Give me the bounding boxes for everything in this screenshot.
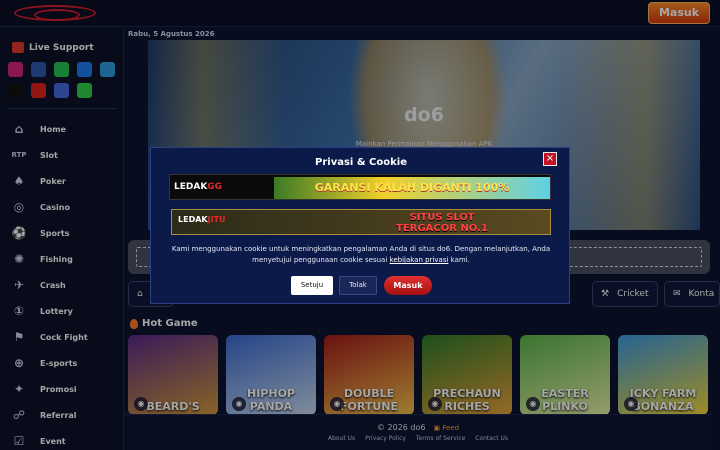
ad-banner-ledakgg[interactable]: LEDAKGG GARANSI KALAH DIGANTI 100% (169, 174, 551, 200)
notice-text-end: kami. (448, 256, 470, 264)
close-icon[interactable]: × (543, 152, 557, 166)
ad-brand-accent: JITU (207, 215, 226, 224)
privacy-cookie-modal: Privasi & Cookie × LEDAKGG GARANSI KALAH… (150, 147, 570, 304)
notice-text: Kami menggunakan cookie untuk meningkatk… (171, 245, 551, 264)
ad-message-line: SITUS SLOT (409, 212, 475, 223)
modal-title: Privasi & Cookie (315, 157, 407, 168)
ad-banner-ledakjitu[interactable]: LEDAKJITU SITUS SLOT TERGACOR NO.1 (171, 209, 551, 235)
ad-brand-accent: GG (207, 182, 223, 192)
ad-brand-part: LEDAK (178, 215, 208, 224)
ad-message: SITUS SLOT TERGACOR NO.1 (342, 212, 542, 234)
privacy-policy-link[interactable]: kebijakan privasi (390, 256, 449, 264)
accept-button[interactable]: Setuju (291, 276, 333, 295)
decline-button[interactable]: Tolak (339, 276, 377, 295)
cookie-notice-text: Kami menggunakan cookie untuk meningkatk… (167, 244, 555, 266)
ad-message: GARANSI KALAH DIGANTI 100% (274, 177, 550, 199)
ad-message-line: TERGACOR NO.1 (396, 223, 488, 234)
ad-brand-part: LEDAK (174, 182, 208, 192)
modal-login-button[interactable]: Masuk (384, 276, 432, 295)
ad-brand: LEDAKJITU (178, 215, 226, 224)
ad-brand: LEDAKGG (174, 179, 266, 196)
